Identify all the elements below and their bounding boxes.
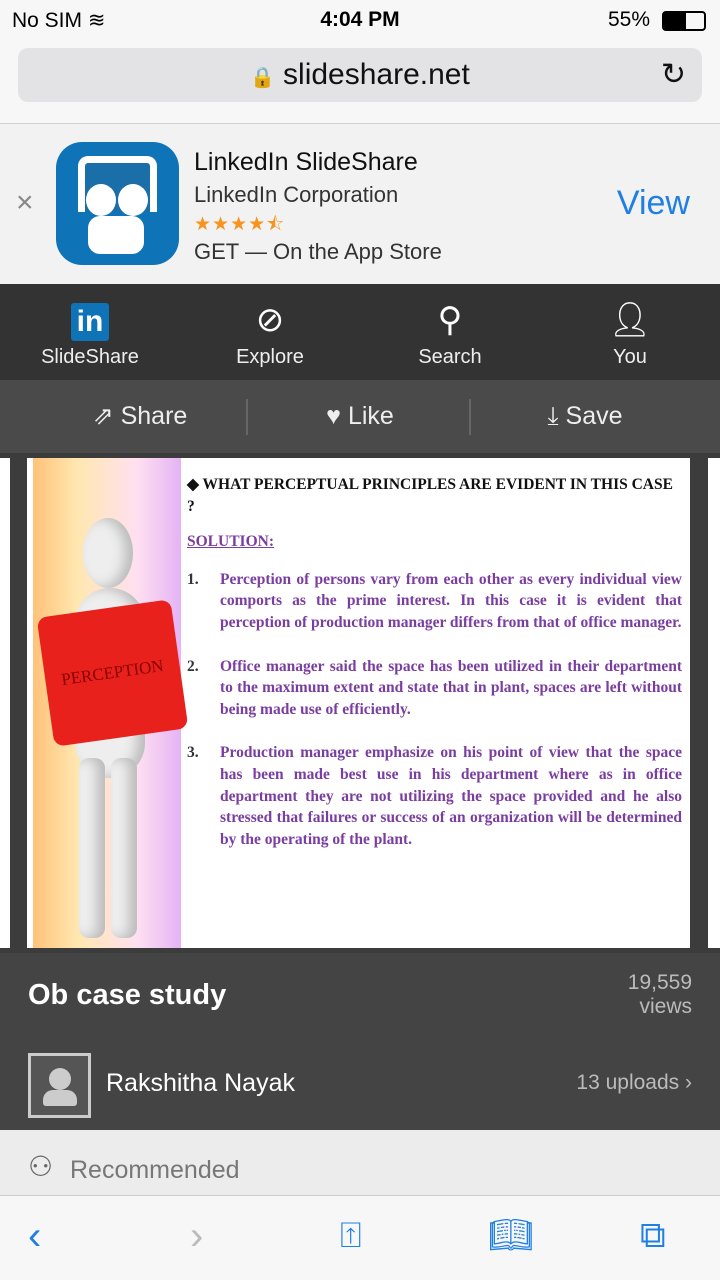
slide-carousel[interactable]: PERCEPTION ◆ WHAT PERCEPTUAL PRINCIPLES … [0,453,720,953]
address-bar[interactable]: 🔒 slideshare.net ↻ [18,48,702,102]
app-store-cta: GET — On the App Store [194,239,442,264]
site-nav: in SlideShare ⊘ Explore ⚲ Search 👤︎ You [0,284,720,380]
nav-label: Search [418,346,482,368]
user-icon: 👤︎ [608,301,652,339]
presentation-info: Ob case study 19,559 views Rakshitha Naya… [0,953,720,1130]
avatar[interactable] [28,1053,91,1118]
back-button[interactable]: ‹ [28,1214,41,1259]
recommended-heading: Recommended [70,1156,240,1184]
browser-toolbar: ‹ › ⍐ 📖︎ ⧉ [0,1195,720,1280]
like-label: Like [347,402,394,430]
uploads-link[interactable]: 13 uploads › [576,1071,692,1095]
share-icon: ⇗ [92,402,114,430]
recommended-section: ⚇ Recommended [0,1130,720,1195]
nav-you[interactable]: 👤︎ You [540,284,720,380]
app-banner: × LinkedIn SlideShare LinkedIn Corporati… [0,123,720,284]
tabs-button[interactable]: ⧉ [640,1214,666,1257]
nav-label: You [613,346,647,368]
share-label: Share [120,402,188,430]
nav-label: SlideShare [41,346,139,368]
previous-slide[interactable] [0,458,10,948]
lock-icon: 🔒 [250,67,276,89]
solution-point: 3. Production manager emphasize on his po… [187,744,682,848]
app-name: LinkedIn SlideShare [194,148,418,176]
view-button[interactable]: View [617,184,690,223]
download-icon: ⤓ [547,402,559,430]
nav-explore[interactable]: ⊘ Explore [180,284,360,380]
nav-slideshare[interactable]: in SlideShare [0,284,180,380]
action-bar: ⇗ Share ♥ Like ⤓ Save [0,380,720,453]
reload-icon[interactable]: ↻ [661,48,686,102]
app-developer: LinkedIn Corporation [194,182,399,207]
slideshare-app-icon [56,142,179,265]
status-bar: No SIM ︎≋ 4:04 PM 55% [0,0,720,40]
nav-label: Explore [236,346,304,368]
solution-point: 1. Perception of persons vary from each o… [187,570,682,631]
view-count: 19,559 views [627,971,692,1018]
author-name[interactable]: Rakshitha Nayak [106,1069,295,1098]
chevron-right-icon: › [685,1071,692,1094]
url-text: slideshare.net [283,58,470,91]
next-slide[interactable] [708,458,720,948]
linkedin-logo-icon: in [71,303,109,341]
heart-icon: ♥ [326,402,341,430]
slide-text: ◆ WHAT PERCEPTUAL PRINCIPLES ARE EVIDENT… [187,474,682,872]
share-sheet-button[interactable]: ⍐ [340,1214,362,1257]
battery-percent: 55% [607,8,650,31]
slide: PERCEPTION ◆ WHAT PERCEPTUAL PRINCIPLES … [27,458,690,948]
search-icon: ⚲ [437,301,463,339]
battery-icon [662,11,706,31]
forward-button[interactable]: › [190,1214,203,1259]
perception-sign: PERCEPTION [36,599,189,747]
perception-figure-image: PERCEPTION [33,458,189,948]
nav-search[interactable]: ⚲ Search [360,284,540,380]
like-button[interactable]: ♥ Like [245,380,475,453]
solution-heading: SOLUTION: [187,533,274,551]
slide-question: ◆ WHAT PERCEPTUAL PRINCIPLES ARE EVIDENT… [187,476,673,515]
close-banner-button[interactable]: × [16,186,34,220]
save-label: Save [565,402,623,430]
rating-stars: ★★★★⯪ [194,214,286,235]
presentation-title: Ob case study [28,979,227,1011]
solution-point: 2. Office manager said the space has been… [187,657,682,718]
save-button[interactable]: ⤓ Save [470,380,700,453]
share-button[interactable]: ⇗ Share [25,380,255,453]
compass-icon: ⊘ [255,301,285,339]
bookmarks-button[interactable]: 📖︎ [488,1214,534,1256]
slideshare-icon: ⚇ [28,1151,54,1182]
